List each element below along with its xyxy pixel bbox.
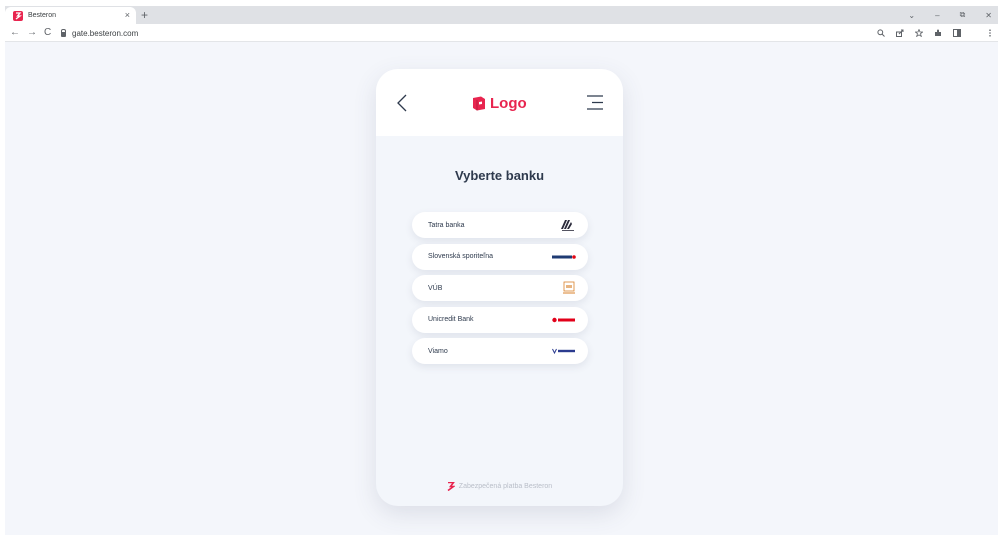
extensions-icon[interactable]	[934, 29, 942, 37]
back-chevron-icon[interactable]	[396, 93, 408, 113]
bank-name: Unicredit Bank	[428, 316, 474, 323]
bank-option-tatra-banka[interactable]: Tatra banka	[412, 212, 588, 238]
logo-mark-icon	[473, 96, 485, 110]
logo: Logo	[472, 93, 527, 113]
secure-payment-footer: Zabezpečená platba Besteron	[376, 482, 623, 491]
tab-close-icon[interactable]: ×	[125, 11, 130, 20]
bank-option-slovenska-sporitelna[interactable]: Slovenská sporiteľna	[412, 243, 588, 270]
minimize-icon[interactable]: –	[935, 11, 939, 20]
browser-tab[interactable]: Besteron ×	[5, 7, 136, 24]
besteron-logo-icon	[447, 482, 455, 491]
forward-arrow-icon[interactable]: →	[27, 26, 37, 40]
gateway-header: Logo	[376, 69, 623, 136]
bank-option-viamo[interactable]: Viamo	[412, 338, 588, 364]
slovenska-sporitelna-logo-icon	[552, 251, 576, 263]
viamo-logo-icon	[552, 345, 576, 357]
tab-strip: Besteron × + ⌄ – ⧉ ✕	[5, 6, 998, 24]
restore-icon[interactable]: ⧉	[960, 10, 966, 20]
share-icon[interactable]	[896, 29, 904, 37]
reload-icon[interactable]: C	[44, 26, 51, 40]
url-text: gate.besteron.com	[72, 28, 139, 38]
logo-text: Logo	[490, 94, 527, 112]
window-controls: ⌄ – ⧉ ✕	[908, 6, 992, 24]
bank-list: Tatra banka Slovenská sporiteľna VÚB Uni…	[412, 212, 588, 370]
page-title: Vyberte banku	[454, 168, 545, 183]
sidepanel-icon[interactable]	[953, 29, 961, 37]
back-arrow-icon[interactable]: ←	[10, 26, 20, 40]
bank-option-unicredit[interactable]: Unicredit Bank	[412, 306, 588, 333]
new-tab-button[interactable]: +	[141, 7, 148, 23]
bank-option-vub[interactable]: VÚB	[412, 275, 588, 301]
toolbar-icons	[877, 26, 994, 40]
tatra-banka-logo-icon	[560, 219, 576, 231]
zoom-icon[interactable]	[877, 29, 885, 37]
besteron-favicon-icon	[13, 10, 23, 21]
secure-payment-text: Zabezpečená platba Besteron	[458, 483, 553, 490]
payment-gateway-card: Logo Vyberte banku Tatra banka Slovenská…	[376, 69, 623, 506]
tab-search-icon[interactable]: ⌄	[908, 11, 915, 20]
bank-name: Viamo	[428, 347, 448, 355]
unicredit-logo-icon	[552, 314, 576, 326]
bank-name: VÚB	[428, 284, 443, 292]
bank-name: Tatra banka	[428, 221, 465, 229]
close-window-icon[interactable]: ✕	[985, 11, 992, 20]
address-bar[interactable]: gate.besteron.com	[57, 26, 927, 40]
tab-title: Besteron	[28, 12, 57, 19]
more-icon[interactable]	[986, 29, 994, 37]
star-icon[interactable]	[915, 29, 923, 37]
vub-logo-icon	[562, 281, 576, 294]
browser-toolbar: ← → C gate.besteron.com	[5, 24, 998, 42]
lock-icon	[61, 28, 66, 37]
hamburger-menu-icon[interactable]	[585, 94, 605, 111]
bank-name: Slovenská sporiteľna	[428, 253, 494, 260]
